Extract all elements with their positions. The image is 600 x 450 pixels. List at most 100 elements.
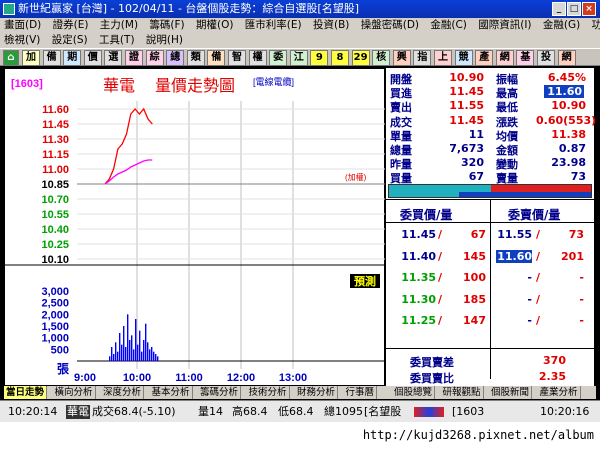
tab-8[interactable]: 個股總覽 xyxy=(392,386,436,399)
toolbar-button[interactable]: 江 xyxy=(289,50,308,66)
quote-value: 67 xyxy=(468,170,484,184)
quote-value: 0.60(553) xyxy=(536,113,597,127)
tab-11[interactable]: 產業分析 xyxy=(537,386,581,399)
ask-quantity[interactable]: 73 xyxy=(544,228,584,241)
bid-quantity[interactable]: 145 xyxy=(446,250,486,263)
bid-quantity[interactable]: 100 xyxy=(446,271,486,284)
home-icon[interactable]: ⌂ xyxy=(3,50,19,66)
ask-price[interactable]: - xyxy=(496,314,532,327)
menu-item[interactable]: 國際資訊(I) xyxy=(478,19,531,31)
ask-quantity[interactable]: - xyxy=(544,314,584,327)
toolbar-button[interactable]: 權 xyxy=(248,50,267,66)
toolbar-button[interactable]: 網 xyxy=(557,50,576,66)
bid-quantity[interactable]: 67 xyxy=(446,228,486,241)
bid-price[interactable]: 11.25 xyxy=(392,314,436,327)
toolbar-button[interactable]: 興 xyxy=(392,50,411,66)
toolbar-button[interactable]: 證 xyxy=(125,50,143,66)
app-icon[interactable] xyxy=(3,3,15,15)
close-button[interactable]: × xyxy=(582,2,596,16)
toolbar-button[interactable]: 期 xyxy=(63,50,82,66)
menu-item[interactable]: 操盤密碼(D) xyxy=(361,19,419,31)
tab-3[interactable]: 基本分析 xyxy=(149,386,193,399)
volume-bar xyxy=(131,335,133,361)
toolbar-button[interactable]: 29 xyxy=(351,50,370,66)
ask-quantity[interactable]: - xyxy=(544,293,584,306)
toolbar-button[interactable]: 基 xyxy=(516,50,535,66)
price-tick-label: 11.15 xyxy=(42,149,69,161)
volume-bar xyxy=(109,356,111,361)
toolbar-button[interactable]: 備 xyxy=(42,50,61,66)
toolbar-button[interactable]: 投 xyxy=(537,50,555,66)
toolbar-button[interactable]: 加 xyxy=(22,50,40,66)
tab-10[interactable]: 個股新聞 xyxy=(489,386,533,399)
menu-item[interactable]: 金融(C) xyxy=(430,19,467,31)
bid-price[interactable]: 11.45 xyxy=(392,228,436,241)
status-time: 10:20:14 xyxy=(8,405,58,418)
menu-item[interactable]: 功能選擇(F) xyxy=(592,19,600,31)
ask-price[interactable]: 11.60 xyxy=(496,249,532,263)
menu-item[interactable]: 匯市利率(E) xyxy=(245,19,302,31)
predict-button[interactable]: 預測 xyxy=(354,274,376,288)
ask-price[interactable]: - xyxy=(496,293,532,306)
tab-7[interactable]: 行事曆 xyxy=(343,386,378,399)
toolbar-button[interactable]: 產 xyxy=(475,50,494,66)
toolbar-button[interactable]: 備 xyxy=(207,50,226,66)
quote-value: 320 xyxy=(461,156,484,170)
menu-item[interactable]: 證券(E) xyxy=(53,19,89,31)
menu-item[interactable]: 設定(S) xyxy=(52,34,88,46)
menu-item[interactable]: 籌碼(F) xyxy=(149,19,184,31)
toolbar-button[interactable]: 競 xyxy=(454,50,473,66)
minimize-button[interactable]: _ xyxy=(552,2,566,16)
quote-value: 10.90 xyxy=(551,99,586,113)
bid-quantity[interactable]: 185 xyxy=(446,293,486,306)
tab-0[interactable]: 當日走勢 xyxy=(4,386,48,399)
menu-item[interactable]: 金融(G) xyxy=(543,19,580,31)
ask-quantity[interactable]: 201 xyxy=(544,250,584,263)
price-tick-label: 10.40 xyxy=(41,224,69,236)
tab-1[interactable]: 橫向分析 xyxy=(52,386,96,399)
bid-ask-ratio-bar xyxy=(388,184,592,198)
separator: / xyxy=(438,228,443,241)
volume-bar xyxy=(137,344,139,361)
volume-tick-label: 1,000 xyxy=(41,333,69,345)
menu-item[interactable]: 工具(T) xyxy=(99,34,135,46)
ask-price[interactable]: - xyxy=(496,271,532,284)
toolbar-button[interactable]: 智 xyxy=(228,50,246,66)
bid-quantity[interactable]: 147 xyxy=(446,314,486,327)
tab-9[interactable]: 研報觀點 xyxy=(440,386,484,399)
price-volume-chart[interactable]: [1603] 華電 量價走勢圖 [電線電纜] 11.60 11.45 11.30 11.15 1… xyxy=(4,68,385,386)
tab-2[interactable]: 深度分析 xyxy=(101,386,145,399)
toolbar-button[interactable]: 核 xyxy=(372,50,391,66)
menu-item[interactable]: 主力(M) xyxy=(100,19,138,31)
tab-4[interactable]: 籌碼分析 xyxy=(198,386,242,399)
bid-price[interactable]: 11.30 xyxy=(392,293,436,306)
status-clock: 10:20:16 xyxy=(540,405,590,418)
separator: / xyxy=(536,228,541,241)
toolbar-button[interactable]: 8 xyxy=(331,50,349,66)
toolbar-button[interactable]: 類 xyxy=(186,50,205,66)
toolbar-button[interactable]: 價 xyxy=(83,50,102,66)
menu-item[interactable]: 說明(H) xyxy=(146,34,183,46)
ask-price[interactable]: 11.55 xyxy=(496,228,532,241)
bid-price[interactable]: 11.40 xyxy=(392,250,436,263)
chart-title: 量價走勢圖 xyxy=(155,77,235,95)
bid-header: 委買價/量 xyxy=(400,208,453,222)
toolbar-button[interactable]: 指 xyxy=(413,50,432,66)
menu-item[interactable]: 畫面(D) xyxy=(4,19,41,31)
toolbar-button[interactable]: 選 xyxy=(104,50,123,66)
menu-item[interactable]: 期權(O) xyxy=(196,19,233,31)
toolbar-button[interactable]: 9 xyxy=(310,50,329,66)
tab-6[interactable]: 財務分析 xyxy=(295,386,339,399)
toolbar-button[interactable]: 綜 xyxy=(145,50,164,66)
volume-bar xyxy=(149,349,151,361)
menu-item[interactable]: 檢視(V) xyxy=(4,34,40,46)
maximize-button[interactable]: □ xyxy=(567,2,581,16)
bid-price[interactable]: 11.35 xyxy=(392,271,436,284)
toolbar-button[interactable]: 網 xyxy=(495,50,514,66)
toolbar-button[interactable]: 委 xyxy=(269,50,288,66)
tab-5[interactable]: 技術分析 xyxy=(246,386,290,399)
menu-item[interactable]: 投資(B) xyxy=(313,19,349,31)
ask-quantity[interactable]: - xyxy=(544,271,584,284)
toolbar-button[interactable]: 上 xyxy=(434,50,452,66)
toolbar-button[interactable]: 總 xyxy=(166,50,185,66)
